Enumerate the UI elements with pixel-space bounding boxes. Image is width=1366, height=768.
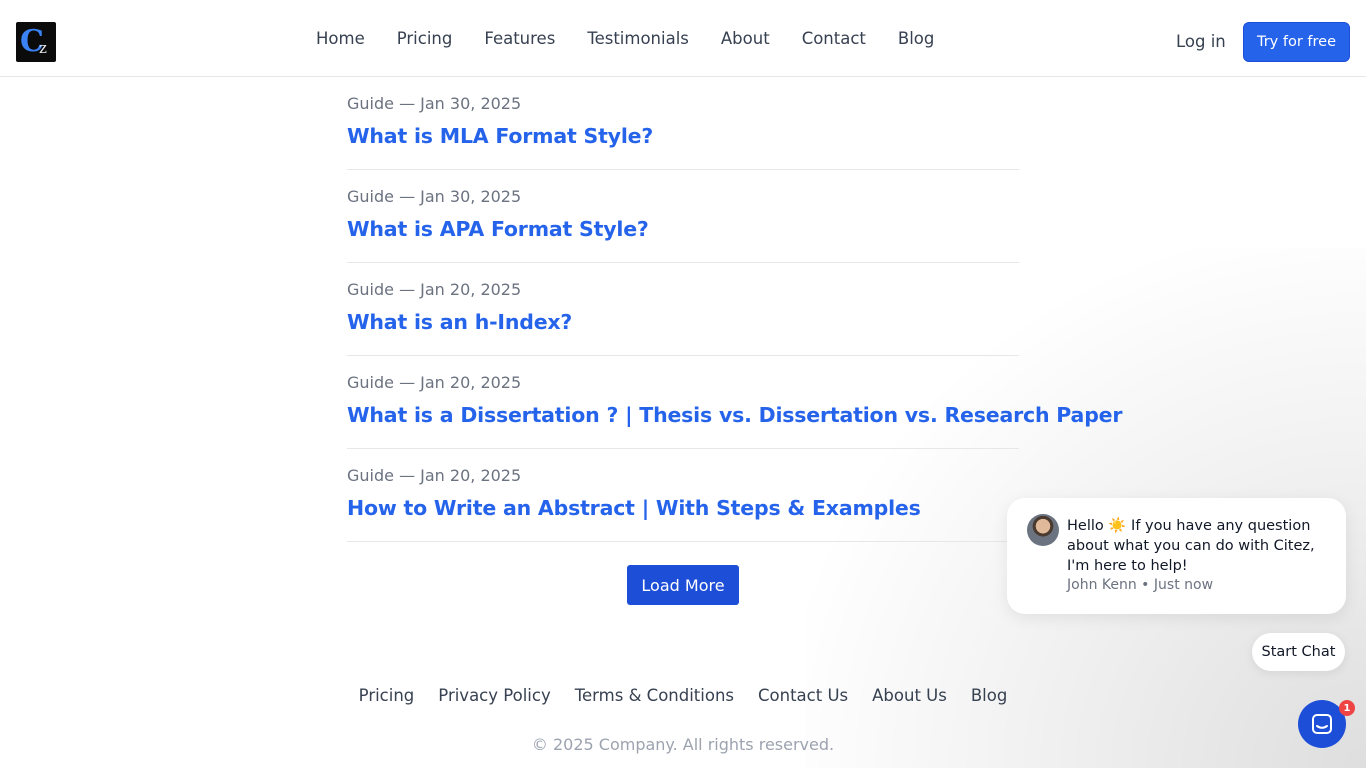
main-nav: Home Pricing Features Testimonials About…: [300, 0, 950, 77]
site-header: C z Home Pricing Features Testimonials A…: [0, 0, 1366, 77]
sun-icon: ☀️: [1108, 518, 1127, 534]
chat-message-text: Hello ☀️ If you have any question about …: [1067, 516, 1329, 576]
footer-link-terms[interactable]: Terms & Conditions: [575, 686, 734, 705]
footer-link-pricing[interactable]: Pricing: [359, 686, 415, 705]
article-meta: Guide — Jan 20, 2025: [347, 280, 522, 299]
chat-greeting: Hello: [1067, 518, 1104, 534]
nav-contact[interactable]: Contact: [786, 0, 882, 77]
login-link[interactable]: Log in: [1162, 0, 1240, 84]
chat-message-card[interactable]: Hello ☀️ If you have any question about …: [1007, 498, 1346, 614]
list-item: Guide — Jan 20, 2025 How to Write an Abs…: [347, 449, 1019, 542]
article-meta: Guide — Jan 30, 2025: [347, 94, 522, 113]
try-for-free-button[interactable]: Try for free: [1243, 22, 1350, 62]
list-item: Guide — Jan 20, 2025 What is an h-Index?: [347, 263, 1019, 356]
article-list: Guide — Jan 30, 2025 What is MLA Format …: [347, 77, 1122, 542]
footer-link-privacy[interactable]: Privacy Policy: [438, 686, 550, 705]
article-meta: Guide — Jan 20, 2025: [347, 373, 522, 392]
footer-link-blog[interactable]: Blog: [971, 686, 1007, 705]
copyright-text: © 2025 Company. All rights reserved.: [531, 735, 835, 754]
article-meta: Guide — Jan 30, 2025: [347, 187, 522, 206]
chat-author-meta: John Kenn • Just now: [1067, 577, 1214, 593]
load-more-button[interactable]: Load More: [627, 565, 739, 605]
nav-about[interactable]: About: [705, 0, 786, 77]
nav-features[interactable]: Features: [468, 0, 571, 77]
article-title-link[interactable]: What is a Dissertation ? | Thesis vs. Di…: [347, 403, 1122, 427]
logo-letter-z: z: [39, 39, 47, 57]
article-title-link[interactable]: What is APA Format Style?: [347, 217, 649, 241]
list-item: Guide — Jan 30, 2025 What is APA Format …: [347, 170, 1019, 263]
chat-bubble-icon: [1312, 714, 1332, 734]
start-chat-button[interactable]: Start Chat: [1252, 633, 1345, 671]
article-title-link[interactable]: What is an h-Index?: [347, 310, 572, 334]
nav-blog[interactable]: Blog: [882, 0, 950, 77]
avatar: [1027, 514, 1059, 546]
footer-link-about[interactable]: About Us: [872, 686, 947, 705]
unread-badge: 1: [1339, 700, 1355, 716]
article-meta: Guide — Jan 20, 2025: [347, 466, 522, 485]
article-title-link[interactable]: How to Write an Abstract | With Steps & …: [347, 496, 921, 520]
list-item: Guide — Jan 30, 2025 What is MLA Format …: [347, 77, 1019, 170]
chat-message-body: If you have any question about what you …: [1067, 518, 1315, 574]
article-title-link[interactable]: What is MLA Format Style?: [347, 124, 653, 148]
footer-link-contact[interactable]: Contact Us: [758, 686, 848, 705]
list-item: Guide — Jan 20, 2025 What is a Dissertat…: [347, 356, 1122, 449]
nav-pricing[interactable]: Pricing: [381, 0, 469, 77]
nav-testimonials[interactable]: Testimonials: [571, 0, 705, 77]
nav-home[interactable]: Home: [300, 0, 381, 77]
logo[interactable]: C z: [16, 22, 56, 62]
footer-links: Pricing Privacy Policy Terms & Condition…: [0, 686, 1366, 705]
